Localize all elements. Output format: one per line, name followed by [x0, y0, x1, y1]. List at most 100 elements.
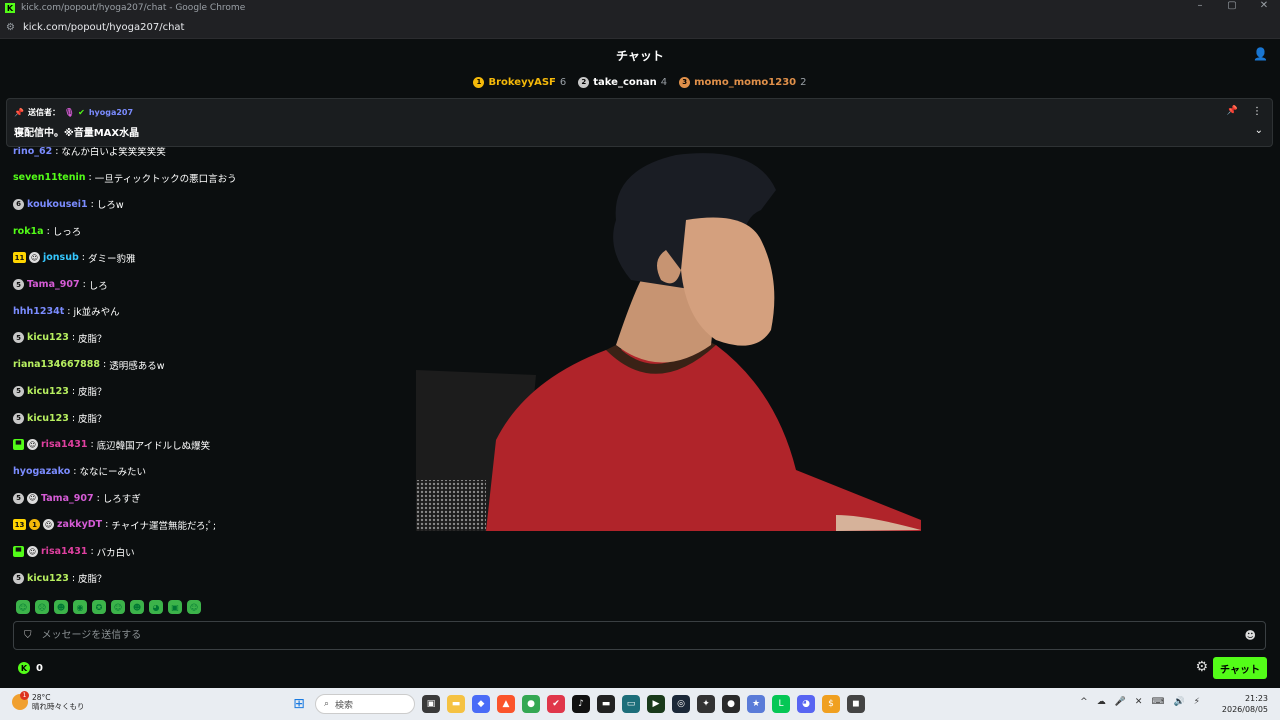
chat-username[interactable]: jonsub — [43, 252, 79, 263]
chat-username[interactable]: zakkyDT — [57, 519, 102, 530]
minimize-button[interactable]: – — [1184, 0, 1216, 11]
app-blue-icon[interactable]: ◆ — [472, 695, 490, 713]
steam-icon[interactable]: ◎ — [672, 695, 690, 713]
chat-username[interactable]: rok1a — [13, 226, 44, 237]
address-bar[interactable]: ⚙ kick.com/popout/hyoga207/chat — [0, 16, 1280, 39]
chat-username[interactable]: riana134667888 — [13, 359, 100, 370]
app-dark-icon[interactable]: ▬ — [597, 695, 615, 713]
brave-icon[interactable]: ▲ — [497, 695, 515, 713]
chevron-down-icon[interactable]: ⌄ — [1255, 125, 1263, 136]
line-icon[interactable]: L — [772, 695, 790, 713]
chat-message[interactable]: ▀ ☺ risa1431: 底辺韓国アイドルしぬ爆笑 — [13, 437, 210, 453]
tray-icon[interactable]: 🎤 — [1115, 697, 1126, 707]
gifter-1[interactable]: 1 BrokeyyASF 6 — [473, 76, 566, 88]
chat-message[interactable]: 6 koukousei1: しろw — [13, 196, 124, 212]
chat-message-text: しっろ — [52, 227, 82, 239]
tiktok-icon[interactable]: ♪ — [572, 695, 590, 713]
emote-icon[interactable]: ◉ — [73, 600, 87, 614]
settings-gear-icon[interactable]: ⚙ — [1195, 659, 1208, 675]
chat-message[interactable]: rok1a: しっろ — [13, 223, 81, 239]
chat-message[interactable]: 5 kicu123: 皮脂？ — [13, 410, 107, 426]
months-badge: 5 — [13, 279, 24, 290]
close-window-button[interactable]: ✕ — [1248, 0, 1280, 11]
app-green-icon[interactable]: ▶ — [647, 695, 665, 713]
app-teal-icon[interactable]: ▭ — [622, 695, 640, 713]
emote-icon[interactable]: ☹ — [35, 600, 49, 614]
chat-message[interactable]: hhh1234t: jk並みやん — [13, 303, 120, 319]
gifter-3[interactable]: 3 momo_momo1230 2 — [679, 76, 807, 88]
window-title: kick.com/popout/hyoga207/chat - Google C… — [21, 3, 246, 13]
months-badge: 5 — [13, 492, 24, 504]
taskbar-clock[interactable]: 21:23 2026/08/05 — [1222, 693, 1268, 715]
chrome-icon[interactable]: ● — [522, 695, 540, 713]
pinned-message[interactable]: 📌 送信者： 🎙 ✔ hyoga207 寝配信中。※音量MAX水晶 📌 ⋮ ⌄ — [6, 98, 1273, 147]
chat-message[interactable]: seven11tenin: 一旦ティックトックの悪口言おう — [13, 170, 237, 186]
emoji-icon[interactable]: ☻ — [1245, 629, 1256, 642]
tray-icon[interactable]: ✕ — [1135, 697, 1143, 707]
taskbar-search[interactable]: ⌕ 検索 — [315, 694, 415, 714]
windows-start-icon[interactable]: ⊞ — [290, 695, 308, 713]
users-icon[interactable]: 👤 — [1253, 47, 1268, 61]
send-chat-button[interactable]: チャット — [1213, 657, 1267, 679]
chat-message[interactable]: 5 Tama_907: しろ — [13, 277, 108, 293]
chat-message[interactable]: riana134667888: 透明感あるw — [13, 357, 165, 373]
chat-username[interactable]: hyogazako — [13, 466, 70, 477]
app-dark2-icon[interactable]: ✦ — [697, 695, 715, 713]
chat-username[interactable]: hhh1234t — [13, 306, 64, 317]
url-text[interactable]: kick.com/popout/hyoga207/chat — [23, 22, 185, 33]
chat-username[interactable]: koukousei1 — [27, 199, 88, 210]
weather-widget[interactable]: 1 28°C 晴れ時々くもり — [12, 691, 85, 711]
emote-icon[interactable]: ▣ — [168, 600, 182, 614]
tray-icon[interactable]: ⚡ — [1194, 697, 1200, 707]
explorer-icon[interactable]: ▬ — [447, 695, 465, 713]
pinned-sender-name[interactable]: hyoga207 — [89, 108, 133, 117]
app-photo-icon[interactable]: ◼ — [847, 695, 865, 713]
app-star-icon[interactable]: ★ — [747, 695, 765, 713]
emote-icon[interactable]: ✪ — [92, 600, 106, 614]
chat-message[interactable]: 5 ☺ Tama_907: しろすぎ — [13, 490, 141, 506]
chat-message[interactable]: 5 kicu123: 皮脂？ — [13, 330, 107, 346]
tray-icon[interactable]: ^ — [1080, 697, 1088, 707]
emote-icon[interactable]: ☺ — [187, 600, 201, 614]
chat-username[interactable]: kicu123 — [27, 386, 69, 397]
message-input-box[interactable]: ⛉ ☻ — [13, 621, 1266, 650]
tray-icon[interactable]: 🔊 — [1173, 697, 1184, 707]
chat-username[interactable]: kicu123 — [27, 332, 69, 343]
chat-username[interactable]: rino_62 — [13, 146, 52, 157]
chat-message[interactable]: 13 1 ☺ zakkyDT: チャイナ運営無能だろ;ﾟ; — [13, 517, 216, 533]
chat-message[interactable]: 11 ☺ jonsub: ダミー豹雅 — [13, 250, 135, 266]
chat-message[interactable]: ▀ ☺ risa1431: バカ白い — [13, 544, 135, 560]
chat-message[interactable]: 5 kicu123: 皮脂？ — [13, 570, 107, 586]
site-info-icon[interactable]: ⚙ — [6, 22, 15, 33]
tray-icon[interactable]: ⌨ — [1151, 697, 1164, 707]
more-menu-icon[interactable]: ⋮ — [1252, 106, 1262, 117]
gifter-2[interactable]: 2 take_conan 4 — [578, 76, 667, 88]
chat-username[interactable]: kicu123 — [27, 413, 69, 424]
emote-icon[interactable]: ☺ — [16, 600, 30, 614]
app-obs-icon[interactable]: ● — [722, 695, 740, 713]
chat-messages[interactable]: rino_62: なんか白いよ笑笑笑笑笑 seven11tenin: 一旦ティックトッ… — [13, 97, 413, 597]
maximize-button[interactable]: ▢ — [1216, 0, 1248, 11]
emote-icon[interactable]: ☻ — [130, 600, 144, 614]
emote-icon[interactable]: ☻ — [54, 600, 68, 614]
rank-2-medal-icon: 2 — [578, 76, 590, 88]
chat-username[interactable]: risa1431 — [41, 546, 87, 557]
chat-username[interactable]: Tama_907 — [41, 493, 94, 504]
app-red-icon[interactable]: ✔ — [547, 695, 565, 713]
chat-username[interactable]: risa1431 — [41, 439, 87, 450]
app-coin-icon[interactable]: $ — [822, 695, 840, 713]
avatar-badge-icon: ☺ — [27, 546, 38, 557]
chat-username[interactable]: seven11tenin — [13, 172, 85, 183]
message-input[interactable] — [39, 629, 1194, 642]
discord-icon[interactable]: ◕ — [797, 695, 815, 713]
chat-username[interactable]: kicu123 — [27, 573, 69, 584]
kicks-balance[interactable]: K 0 — [18, 662, 43, 674]
chat-message[interactable]: hyogazako: ななにーみたい — [13, 463, 146, 479]
unpin-icon[interactable]: 📌 — [1227, 106, 1238, 116]
chat-message[interactable]: 5 kicu123: 皮脂？ — [13, 383, 107, 399]
emote-icon[interactable]: ☺ — [111, 600, 125, 614]
chat-username[interactable]: Tama_907 — [27, 279, 80, 290]
emote-icon[interactable]: ◕ — [149, 600, 163, 614]
tray-icon[interactable]: ☁ — [1097, 697, 1106, 707]
task-view-icon[interactable]: ▣ — [422, 695, 440, 713]
